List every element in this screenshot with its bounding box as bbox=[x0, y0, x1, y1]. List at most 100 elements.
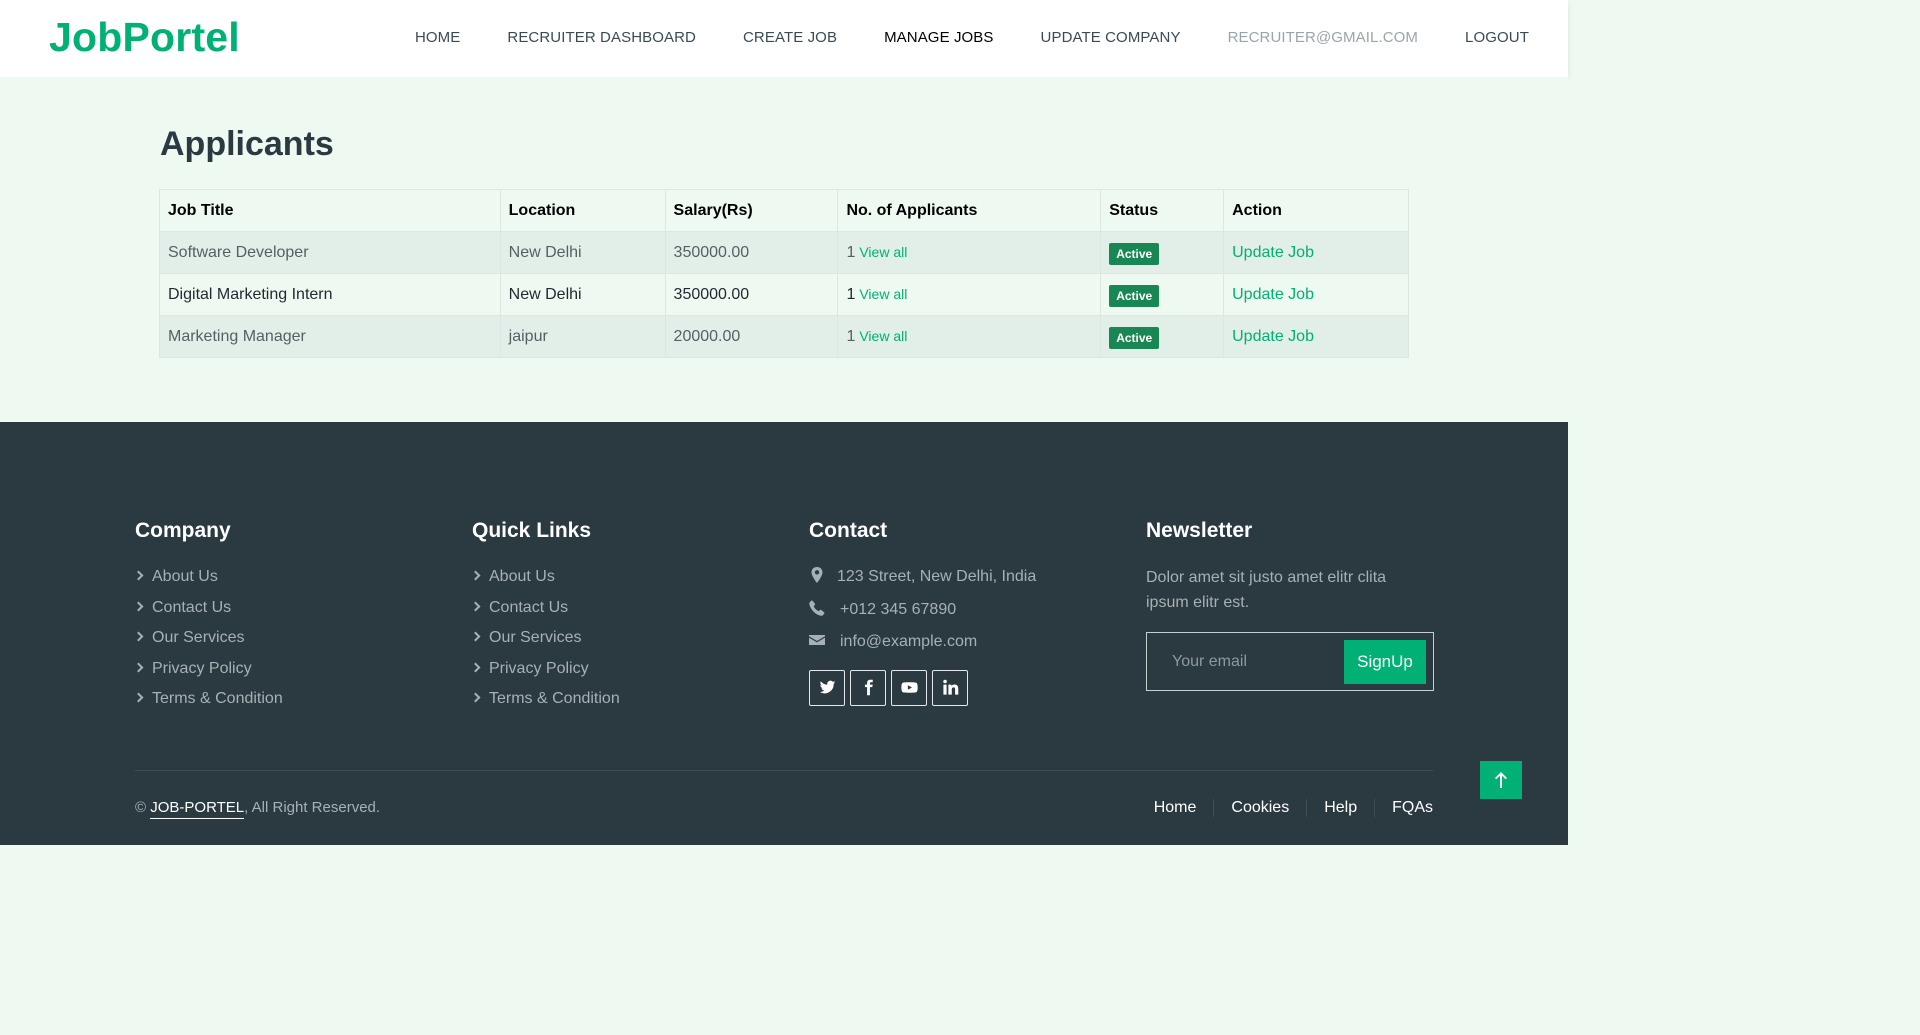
nav-home[interactable]: HOME bbox=[415, 29, 460, 46]
footer-quick-links-heading: Quick Links bbox=[472, 519, 592, 542]
link-label: Terms & Condition bbox=[152, 690, 283, 707]
chevron-right-icon bbox=[470, 692, 481, 703]
cell-job-title: Digital Marketing Intern bbox=[159, 273, 501, 316]
view-all-link[interactable]: View all bbox=[859, 244, 907, 260]
copyright: © JOB-PORTEL, All Right Reserved. bbox=[135, 799, 381, 819]
cell-action: Update Job bbox=[1223, 231, 1409, 274]
nav-manage-jobs[interactable]: MANAGE JOBS bbox=[884, 29, 993, 46]
cell-job-title: Software Developer bbox=[159, 231, 501, 274]
newsletter-form: SignUp bbox=[1146, 632, 1434, 691]
nav-recruiter-dashboard[interactable]: RECRUITER DASHBOARD bbox=[507, 29, 696, 46]
link-label: About Us bbox=[152, 568, 218, 585]
contact-address: 123 Street, New Delhi, India bbox=[809, 567, 1036, 600]
cell-applicants: 1 View all bbox=[837, 315, 1102, 358]
footer-quick-terms[interactable]: Terms & Condition bbox=[470, 689, 620, 720]
footer-company-terms[interactable]: Terms & Condition bbox=[133, 689, 283, 720]
footer-company-contact[interactable]: Contact Us bbox=[133, 598, 283, 629]
header-job-title: Job Title bbox=[159, 189, 501, 232]
cell-action: Update Job bbox=[1223, 273, 1409, 316]
nav-user-email[interactable]: RECRUITER@GMAIL.COM bbox=[1228, 29, 1418, 46]
footer-company-services[interactable]: Our Services bbox=[133, 628, 283, 659]
footer-quick-services[interactable]: Our Services bbox=[470, 628, 620, 659]
header-action: Action bbox=[1223, 189, 1409, 232]
back-to-top-button[interactable] bbox=[1480, 761, 1522, 799]
navbar: JobPortel HOME RECRUITER DASHBOARD CREAT… bbox=[0, 0, 1568, 77]
footer-company-about[interactable]: About Us bbox=[133, 567, 283, 598]
youtube-button[interactable] bbox=[891, 669, 927, 706]
table-row: Digital Marketing Intern New Delhi 35000… bbox=[159, 273, 1409, 316]
cell-status: Active bbox=[1100, 231, 1225, 274]
linkedin-icon bbox=[942, 679, 958, 695]
chevron-right-icon bbox=[133, 570, 144, 581]
header-salary: Salary(Rs) bbox=[664, 189, 839, 232]
footer-quick-privacy[interactable]: Privacy Policy bbox=[470, 659, 620, 690]
brand-logo[interactable]: JobPortel bbox=[49, 14, 240, 61]
update-job-link[interactable]: Update Job bbox=[1232, 328, 1314, 345]
contact-phone-text: +012 345 67890 bbox=[840, 600, 957, 618]
nav-logout[interactable]: LOGOUT bbox=[1465, 29, 1529, 46]
copyright-brand-link[interactable]: JOB-PORTEL bbox=[150, 799, 245, 819]
footer-menu-fqas[interactable]: FQAs bbox=[1374, 799, 1433, 817]
footer: Company About Us Contact Us Our Services… bbox=[0, 422, 1568, 845]
header-status: Status bbox=[1100, 189, 1225, 232]
footer-company: Company About Us Contact Us Our Services… bbox=[133, 519, 283, 720]
twitter-icon bbox=[819, 680, 835, 694]
contact-address-text: 123 Street, New Delhi, India bbox=[837, 568, 1037, 585]
footer-menu: Home Cookies Help FQAs bbox=[1137, 799, 1433, 817]
applicant-count: 1 bbox=[846, 285, 856, 303]
link-label: About Us bbox=[489, 568, 555, 585]
footer-quick-contact[interactable]: Contact Us bbox=[470, 598, 620, 629]
footer-menu-home[interactable]: Home bbox=[1137, 799, 1214, 817]
envelope-icon bbox=[809, 632, 825, 648]
nav-update-company[interactable]: UPDATE COMPANY bbox=[1041, 29, 1181, 46]
link-label: Privacy Policy bbox=[489, 659, 589, 677]
cell-status: Active bbox=[1100, 273, 1225, 316]
footer-menu-cookies[interactable]: Cookies bbox=[1213, 799, 1306, 817]
footer-menu-help[interactable]: Help bbox=[1306, 799, 1374, 817]
newsletter-text: Dolor amet sit justo amet elitr clita ip… bbox=[1146, 569, 1387, 611]
footer-divider bbox=[135, 770, 1433, 771]
update-job-link[interactable]: Update Job bbox=[1232, 244, 1314, 261]
cell-job-title: Marketing Manager bbox=[159, 315, 501, 358]
linkedin-button[interactable] bbox=[932, 669, 968, 706]
map-marker-icon bbox=[809, 567, 823, 583]
nav-create-job[interactable]: CREATE JOB bbox=[743, 29, 837, 46]
footer-quick-about[interactable]: About Us bbox=[470, 567, 620, 598]
youtube-icon bbox=[900, 682, 918, 693]
status-badge: Active bbox=[1109, 285, 1160, 307]
view-all-link[interactable]: View all bbox=[859, 286, 907, 302]
contact-phone: +012 345 67890 bbox=[809, 599, 1036, 633]
table-header-row: Job Title Location Salary(Rs) No. of App… bbox=[159, 189, 1409, 232]
applicants-table: Job Title Location Salary(Rs) No. of App… bbox=[159, 189, 1409, 358]
footer-company-heading: Company bbox=[135, 519, 231, 542]
facebook-button[interactable] bbox=[850, 669, 886, 706]
link-label: Contact Us bbox=[152, 598, 232, 616]
copyright-text: , All Right Reserved. bbox=[244, 799, 381, 816]
cell-applicants: 1 View all bbox=[837, 273, 1102, 316]
chevron-right-icon bbox=[133, 631, 144, 642]
chevron-right-icon bbox=[133, 662, 144, 672]
signup-button[interactable]: SignUp bbox=[1344, 640, 1426, 684]
header-applicants: No. of Applicants bbox=[837, 189, 1102, 232]
cell-status: Active bbox=[1100, 315, 1225, 358]
cell-location: New Delhi bbox=[499, 273, 666, 316]
cell-action: Update Job bbox=[1223, 315, 1409, 358]
link-label: Contact Us bbox=[489, 598, 569, 616]
twitter-button[interactable] bbox=[809, 669, 845, 706]
status-badge: Active bbox=[1109, 243, 1160, 265]
table-row: Marketing Manager jaipur 20000.00 1 View … bbox=[159, 315, 1409, 358]
footer-company-privacy[interactable]: Privacy Policy bbox=[133, 659, 283, 690]
cell-salary: 350000.00 bbox=[664, 273, 839, 316]
facebook-icon bbox=[864, 679, 873, 696]
newsletter-email-input[interactable] bbox=[1148, 634, 1343, 689]
chevron-right-icon bbox=[470, 570, 481, 581]
cell-salary: 350000.00 bbox=[664, 231, 839, 274]
update-job-link[interactable]: Update Job bbox=[1232, 286, 1314, 303]
footer-contact: Contact 123 Street, New Delhi, India +01… bbox=[809, 519, 1036, 706]
applicant-count: 1 bbox=[846, 243, 856, 261]
cell-location: New Delhi bbox=[499, 231, 666, 274]
arrow-up-icon bbox=[1495, 772, 1507, 788]
header-location: Location bbox=[499, 189, 666, 232]
view-all-link[interactable]: View all bbox=[859, 328, 907, 344]
link-label: Privacy Policy bbox=[152, 659, 252, 677]
